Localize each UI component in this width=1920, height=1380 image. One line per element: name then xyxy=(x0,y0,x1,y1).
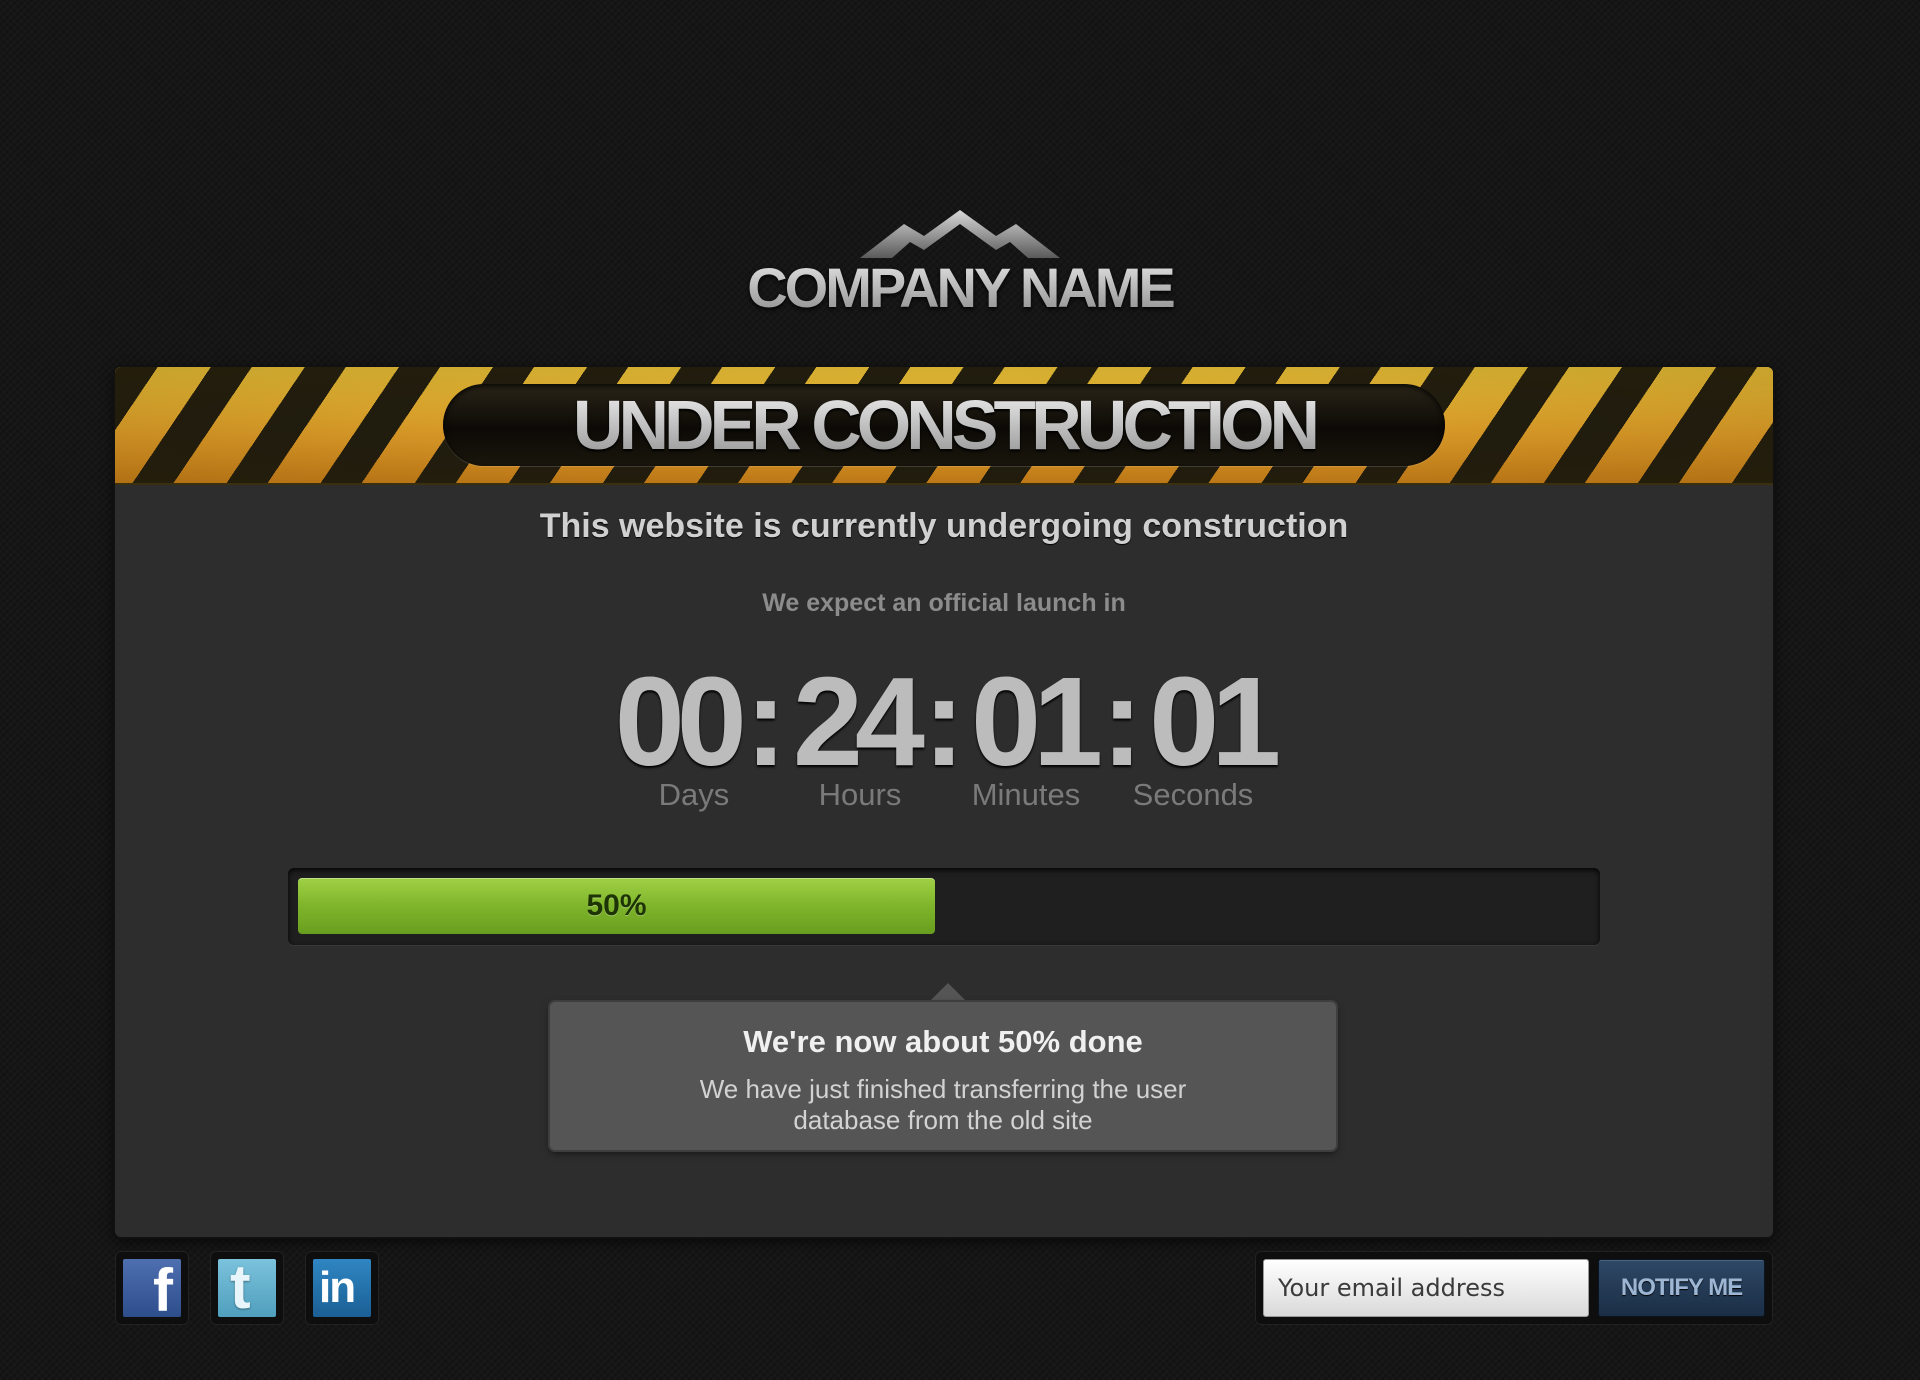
mountain-peaks-icon xyxy=(860,210,1060,258)
countdown-separator: : xyxy=(744,651,787,792)
countdown-label-minutes: Minutes xyxy=(971,777,1081,812)
notify-me-button[interactable]: NOTIFY ME xyxy=(1598,1259,1765,1317)
facebook-icon: f xyxy=(123,1259,181,1321)
linkedin-icon: in xyxy=(313,1259,371,1317)
progress-fill: 50% xyxy=(298,878,935,934)
banner-title-plate: UNDER CONSTRUCTION xyxy=(443,384,1445,466)
countdown-separator: : xyxy=(923,651,965,792)
countdown-hours: 24 xyxy=(792,651,925,792)
status-title: We're now about 50% done xyxy=(743,1024,1143,1059)
linkedin-button[interactable]: in xyxy=(305,1251,379,1325)
page-headline: This website is currently undergoing con… xyxy=(539,507,1349,545)
countdown-separator: : xyxy=(1101,651,1144,792)
progress-bar: 50% xyxy=(288,868,1600,945)
notify-form: NOTIFY ME xyxy=(1255,1251,1773,1325)
twitter-icon: t xyxy=(218,1253,276,1322)
twitter-glyph: t xyxy=(230,1253,251,1322)
facebook-button[interactable]: f xyxy=(115,1251,189,1325)
facebook-glyph: f xyxy=(153,1257,173,1324)
countdown-label-days: Days xyxy=(658,777,730,812)
countdown-seconds: 01 xyxy=(1149,651,1281,792)
company-logo[interactable]: COMPANY NAME xyxy=(700,210,1220,340)
banner-title: UNDER CONSTRUCTION xyxy=(443,384,1445,466)
status-text: We have just finished transferring the u… xyxy=(699,1074,1187,1135)
twitter-button[interactable]: t xyxy=(210,1251,284,1325)
email-field[interactable] xyxy=(1263,1259,1589,1317)
linkedin-glyph: in xyxy=(319,1263,356,1312)
countdown-label-seconds: Seconds xyxy=(1132,777,1254,812)
countdown-label-hours: Hours xyxy=(818,777,902,812)
countdown-timer: 00:24:01:01 xyxy=(115,647,1773,797)
status-message: We're now about 50% done We have just fi… xyxy=(550,1002,1336,1150)
countdown-days: 00 xyxy=(614,651,747,792)
launch-subline: We expect an official launch in xyxy=(762,589,1126,617)
construction-banner: UNDER CONSTRUCTION xyxy=(115,367,1773,485)
status-pointer xyxy=(928,983,968,1003)
main-panel: UNDER CONSTRUCTION This website is curre… xyxy=(115,367,1773,1237)
countdown-minutes: 01 xyxy=(970,651,1103,792)
progress-label: 50% xyxy=(586,889,647,922)
company-name: COMPANY NAME xyxy=(700,258,1220,318)
